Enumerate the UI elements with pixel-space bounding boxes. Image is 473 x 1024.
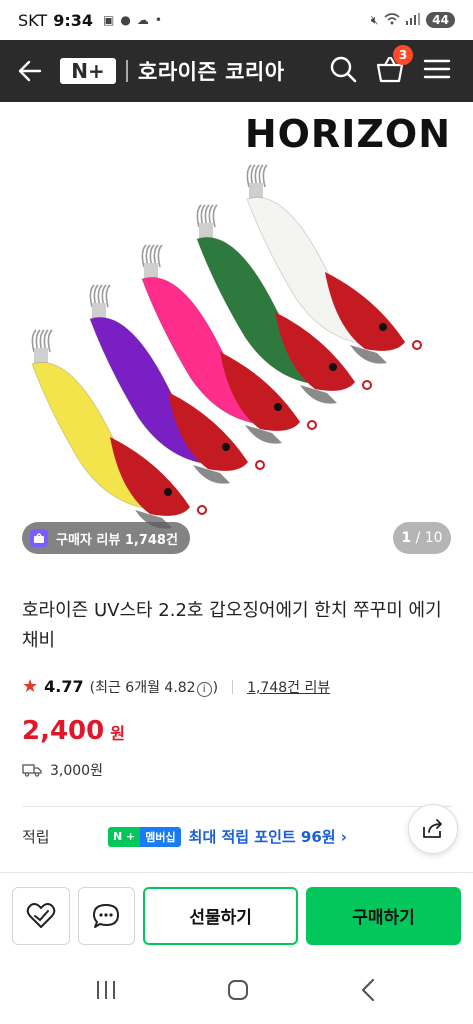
mute-icon: 🔇︎ [370, 12, 379, 27]
recent-rating: (최근 6개월 4.82 i) [89, 679, 219, 697]
talk-icon: ● [120, 13, 131, 27]
system-navigation-bar [0, 960, 473, 1024]
back-nav-button[interactable] [359, 978, 379, 1006]
price-unit: 원 [110, 724, 125, 743]
recent-apps-icon [97, 981, 116, 999]
home-button[interactable] [226, 978, 250, 1006]
rating-divider [232, 679, 234, 694]
image-page-indicator: 1 / 10 [393, 522, 451, 554]
page-total: / 10 [415, 530, 443, 546]
shipping-fee: 3,000원 [50, 763, 103, 779]
search-button[interactable] [329, 55, 357, 87]
gift-button[interactable]: 선물하기 [143, 886, 299, 945]
back-button[interactable] [0, 40, 60, 102]
shopping-bag-icon [30, 529, 48, 547]
cart-count-badge: 3 [393, 45, 413, 65]
wifi-icon [384, 12, 400, 28]
info-icon[interactable]: i [196, 681, 212, 697]
rating-score: 4.77 [44, 677, 84, 696]
header-divider [126, 60, 128, 82]
search-icon [330, 56, 357, 83]
max-points-text[interactable]: 최대 적립 포인트 96원 › [189, 826, 347, 847]
screen: SKT 9:34 ▣ ● ☁ • 🔇︎ 44 N+ 호라이즌 코리아 3 HOR… [0, 0, 473, 1024]
store-name[interactable]: 호라이즌 코리아 [138, 56, 285, 86]
naver-plus-logo[interactable]: N+ [60, 58, 116, 84]
points-label: 적립 [22, 828, 50, 846]
arrow-left-icon [18, 60, 42, 82]
screenshot-icon: ▣ [102, 13, 115, 27]
recent-apps-button[interactable] [94, 979, 118, 1005]
squid-jig-lures-image [31, 164, 422, 529]
hamburger-menu-icon [423, 59, 451, 79]
rating-row: ★ 4.77 (최근 6개월 4.82 i) 1,748건 리뷰 [22, 676, 330, 697]
status-bar: SKT 9:34 ▣ ● ☁ • 🔇︎ 44 [0, 0, 473, 40]
delivery-truck-icon [22, 764, 42, 777]
cloud-icon: ☁ [136, 13, 149, 27]
points-row[interactable]: 적립 N + 멤버십 최대 적립 포인트 96원 › [22, 826, 452, 847]
cart-button[interactable]: 3 [375, 45, 413, 87]
purchase-action-bar: 선물하기 구매하기 [0, 872, 473, 958]
product-title: 호라이즌 UV스타 2.2호 갑오징어에기 한치 쭈꾸미 에기 채비 [22, 600, 442, 651]
page-current: 1 [401, 530, 412, 546]
home-icon [228, 980, 249, 1000]
share-button[interactable] [408, 804, 458, 854]
buyer-review-pill[interactable]: 구매자 리뷰 1,748건 [22, 522, 190, 554]
carrier: SKT [18, 10, 48, 30]
header-tools: 3 [329, 45, 473, 87]
membership-badge: N + 멤버십 [108, 826, 181, 847]
chevron-left-icon [361, 978, 374, 1002]
share-icon [423, 819, 442, 838]
review-pill-label: 구매자 리뷰 1,748건 [56, 532, 178, 548]
section-divider [22, 806, 452, 807]
buy-button[interactable]: 구매하기 [306, 886, 461, 945]
signal-icon [406, 12, 421, 28]
wishlist-button[interactable] [12, 886, 70, 945]
notification-icons: ▣ ● ☁ • [103, 13, 162, 27]
product-image-carousel[interactable]: HORIZON 구매자 리뷰 1,748건 1 / 10 [0, 102, 473, 572]
app-header: N+ 호라이즌 코리아 3 [0, 40, 473, 102]
chat-bubble-icon [93, 903, 120, 928]
heart-check-icon [26, 902, 56, 928]
price-value: 2,400 [22, 716, 105, 746]
star-icon: ★ [22, 676, 39, 697]
price: 2,400 원 [22, 716, 125, 746]
review-count-link[interactable]: 1,748건 리뷰 [247, 677, 330, 697]
dot-icon: • [154, 13, 162, 27]
battery-indicator: 44 [426, 12, 455, 28]
system-icons: 🔇︎ 44 [371, 12, 455, 28]
clock: 9:34 [53, 10, 93, 30]
menu-button[interactable] [423, 58, 451, 84]
shipping-row: 3,000원 [22, 760, 103, 780]
talk-button[interactable] [77, 886, 136, 945]
